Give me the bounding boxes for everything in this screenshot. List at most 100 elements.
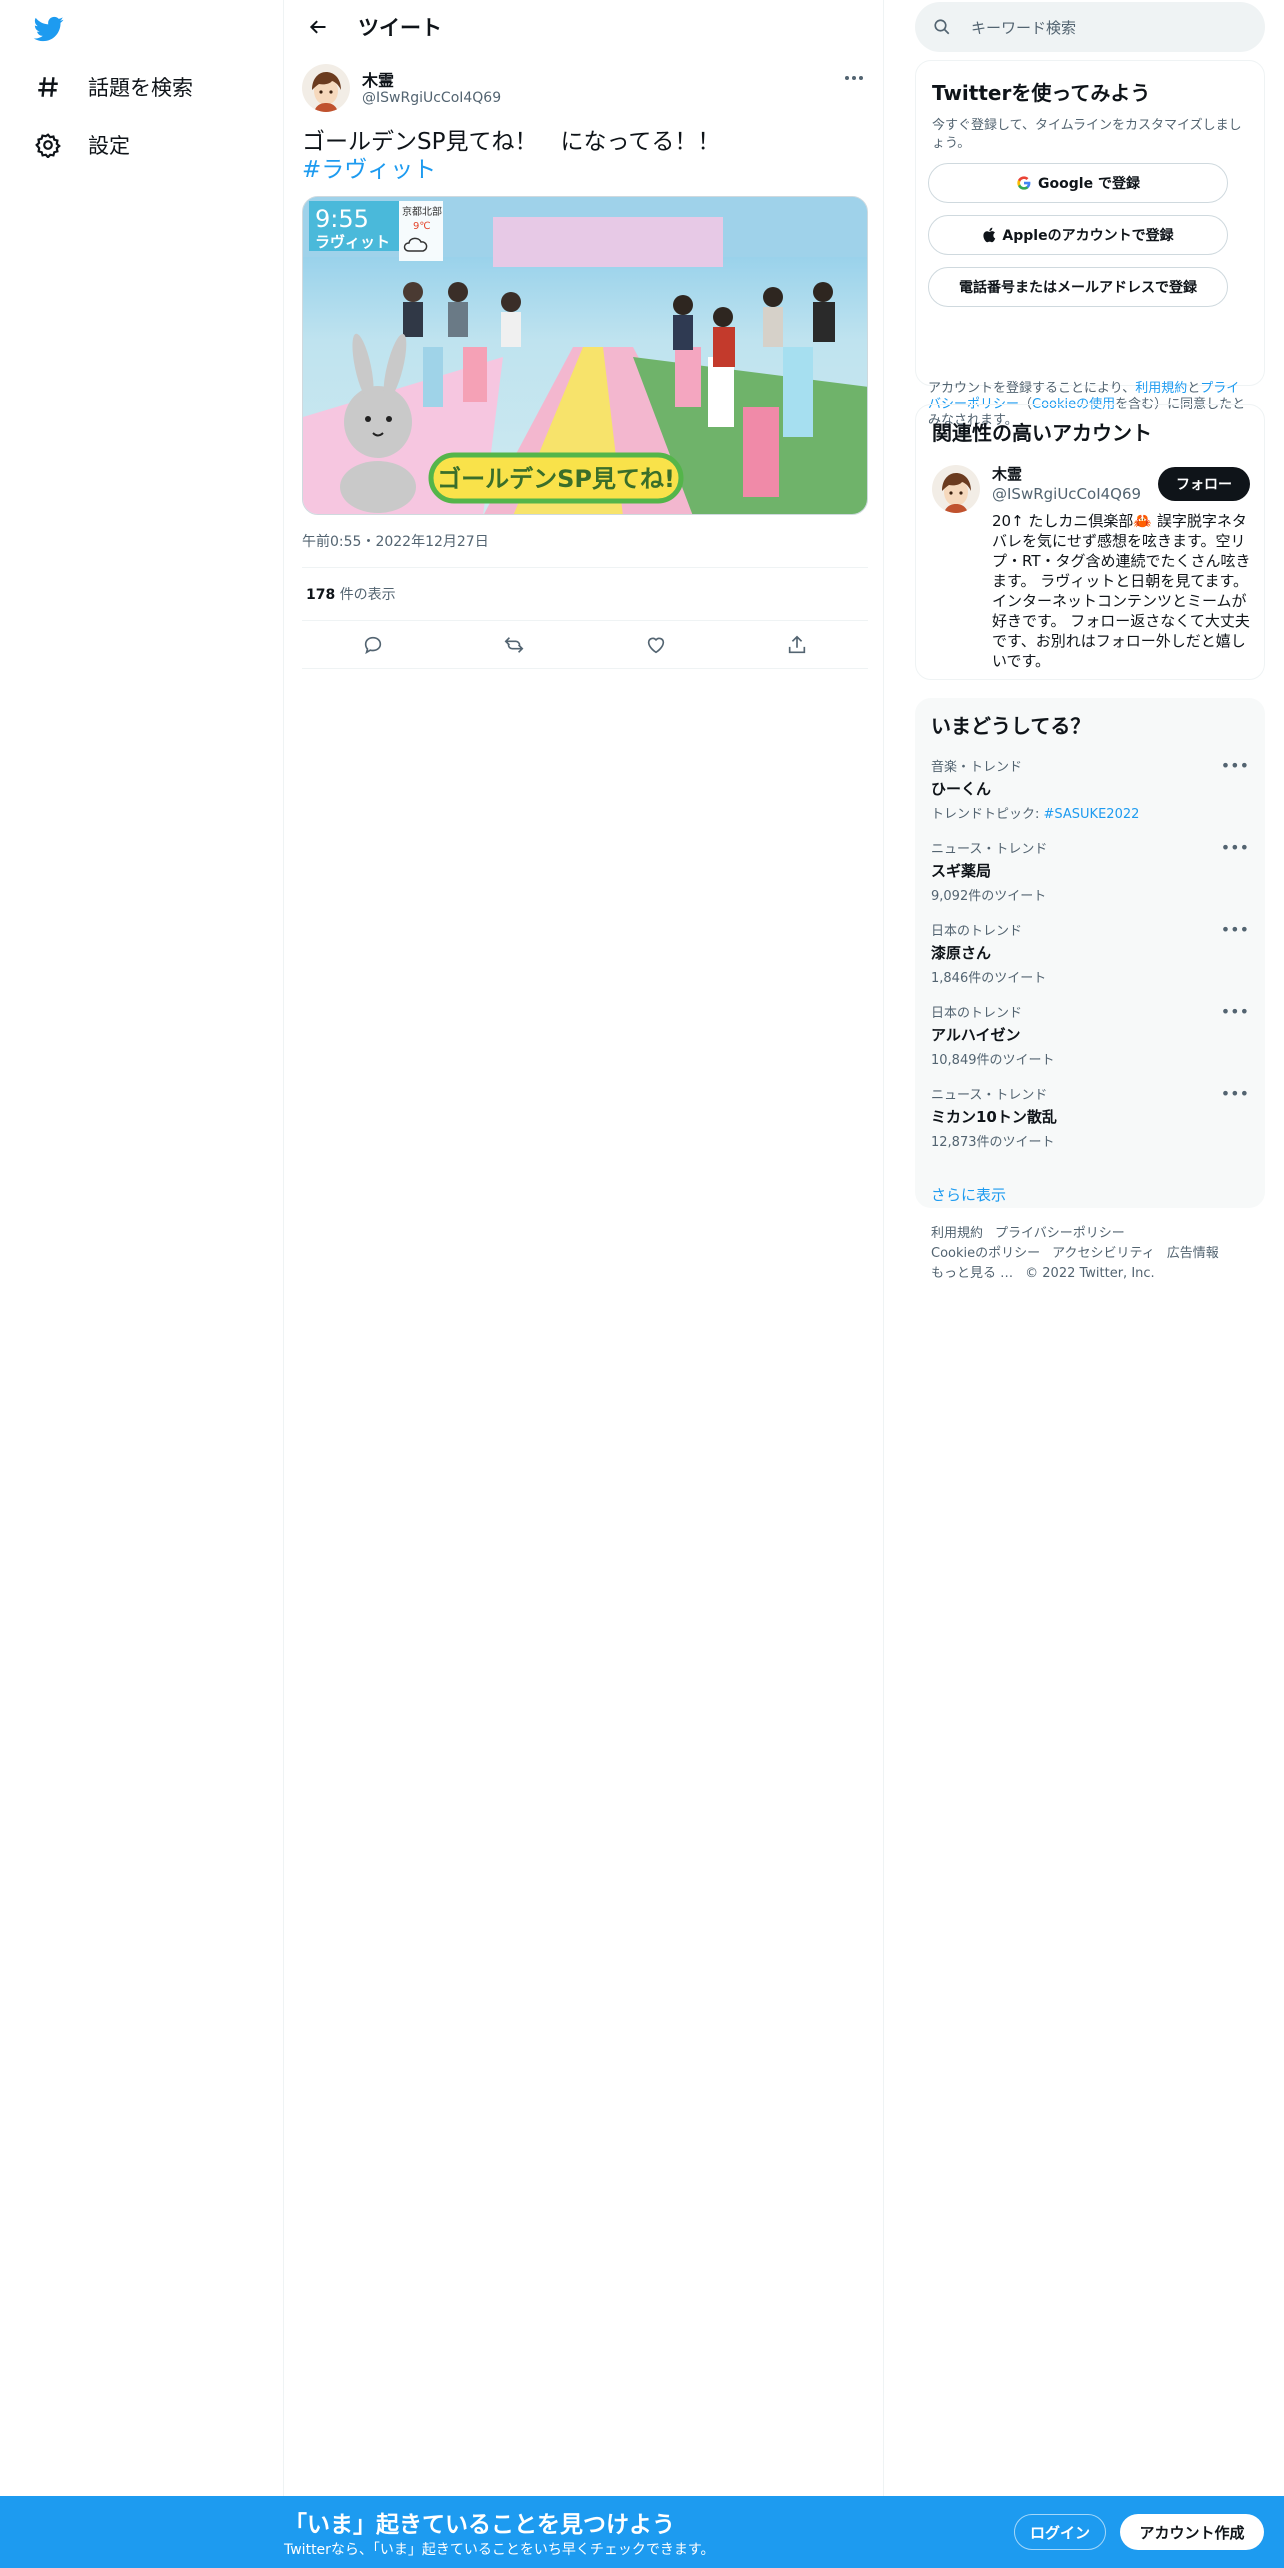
- trend-item[interactable]: ニュース・トレンド スギ薬局 9,092件のツイート •••: [931, 838, 1249, 916]
- tweet-body: ゴールデンSP見てね！ になってる！！: [302, 129, 721, 155]
- search-input[interactable]: キーワード検索: [915, 2, 1265, 52]
- footer-privacy-link[interactable]: プライバシーポリシー: [995, 1226, 1125, 1241]
- related-name[interactable]: 木霊: [992, 463, 1022, 484]
- terms-link[interactable]: 利用規約: [1135, 381, 1187, 396]
- tweet-author: 木霊 @ISwRgiUcCoI4Q69: [302, 64, 868, 114]
- trend-item[interactable]: 音楽・トレンド ひーくん トレンドトピック: #SASUKE2022 •••: [931, 756, 1249, 834]
- phone-email-signup-button[interactable]: 電話番号またはメールアドレスで登録: [928, 267, 1228, 307]
- view-count-number: 178: [306, 587, 336, 603]
- trend-count: 9,092件のツイート: [931, 889, 1047, 904]
- tweet-image[interactable]: 9:55 ラヴィット 京都北部 9℃ ゴールデンSP見てね!: [302, 196, 868, 515]
- apple-icon: [982, 227, 996, 243]
- page-header: ツイート: [284, 0, 883, 54]
- search-icon: [933, 16, 955, 38]
- trend-meta: ニュース・トレンド: [931, 842, 1048, 857]
- trend-count: 10,849件のツイート: [931, 1053, 1055, 1068]
- signup-card: Twitterを使ってみよう 今すぐ登録して、タイムラインをカスタマイズしましょ…: [915, 60, 1265, 428]
- media-weather-region: 京都北部: [402, 205, 442, 218]
- footer-links: 利用規約 プライバシーポリシー Cookieのポリシー アクセシビリティ 広告情報 も…: [931, 1224, 1261, 1284]
- more-options-icon[interactable]: •••: [1221, 756, 1249, 775]
- avatar[interactable]: [302, 64, 350, 112]
- signup-description: 今すぐ登録して、タイムラインをカスタマイズしましょう。: [932, 118, 1242, 151]
- share-icon[interactable]: [779, 627, 815, 663]
- media-banner: ゴールデンSP見てね!: [437, 465, 675, 493]
- trend-topic-link[interactable]: #SASUKE2022: [1044, 807, 1140, 822]
- footer-copyright: © 2022 Twitter, Inc.: [1025, 1266, 1155, 1281]
- trend-topic: トレンドトピック: #SASUKE2022: [931, 803, 1249, 822]
- bottom-signup-bar: 「いま」起きていることを見つけよう Twitterなら、「いま」起きていることを…: [0, 2496, 1284, 2568]
- more-options-icon[interactable]: •••: [1221, 1084, 1249, 1103]
- author-name[interactable]: 木霊: [362, 67, 394, 91]
- nav-item-label: 設定: [88, 134, 130, 158]
- related-title: 関連性の高いアカウント: [932, 421, 1152, 445]
- media-show-label: ラヴィット: [315, 233, 390, 251]
- trend-meta: 音楽・トレンド: [931, 760, 1023, 775]
- more-options-icon[interactable]: •••: [1221, 838, 1249, 857]
- trend-item[interactable]: ニュース・トレンド ミカン10トン散乱 12,873件のツイート •••: [931, 1084, 1249, 1162]
- reply-icon[interactable]: [355, 627, 391, 663]
- trend-meta: 日本のトレンド: [931, 1006, 1023, 1021]
- trend-meta: ニュース・トレンド: [931, 1088, 1048, 1103]
- gear-icon: [30, 127, 66, 163]
- divider: [302, 668, 868, 669]
- trend-name: ひーくん: [931, 780, 992, 798]
- legal-prefix: アカウントを登録することにより、: [928, 381, 1136, 396]
- related-bio: 20↑ たしカニ倶楽部🦀 誤字脱字ネタバレを気にせず感想を呟きます。空リプ・RT…: [992, 512, 1251, 670]
- nav-item-explore[interactable]: 話題を検索: [30, 61, 193, 113]
- show-more-link[interactable]: さらに表示: [931, 1184, 1006, 1205]
- hashtag-link[interactable]: #ラヴィット: [302, 156, 868, 184]
- media-weather-temp: 9℃: [413, 221, 431, 232]
- tweet-timestamp[interactable]: 午前0:55・2022年12月27日: [302, 531, 489, 551]
- page-title: ツイート: [358, 16, 442, 40]
- retweet-icon[interactable]: [496, 627, 532, 663]
- author-handle[interactable]: @ISwRgiUcCoI4Q69: [362, 90, 501, 106]
- left-nav: 話題を検索 設定: [0, 0, 284, 2496]
- related-handle[interactable]: @ISwRgiUcCoI4Q69: [992, 485, 1141, 503]
- search-placeholder: キーワード検索: [971, 18, 1077, 37]
- more-options-icon[interactable]: •••: [1221, 920, 1249, 939]
- nav-item-settings[interactable]: 設定: [30, 119, 130, 171]
- google-signup-label: Google で登録: [1038, 176, 1140, 192]
- trend-name: 漆原さん: [931, 944, 992, 962]
- back-arrow-icon[interactable]: [300, 9, 336, 45]
- trend-item[interactable]: 日本のトレンド アルハイゼン 10,849件のツイート •••: [931, 1002, 1249, 1080]
- signup-button[interactable]: アカウント作成: [1120, 2514, 1264, 2550]
- trend-name: スギ薬局: [931, 862, 992, 880]
- apple-signup-button[interactable]: Appleのアカウントで登録: [928, 215, 1228, 255]
- bottom-bar-subtitle: Twitterなら、「いま」起きていることをいち早くチェックできます。: [284, 2542, 715, 2558]
- more-options-icon[interactable]: •••: [1221, 1002, 1249, 1021]
- tweet-actions: [302, 620, 868, 670]
- tweet-text: ゴールデンSP見てね！ になってる！！ #ラヴィット: [302, 128, 868, 184]
- avatar[interactable]: [932, 465, 980, 513]
- google-signup-button[interactable]: Google で登録: [928, 163, 1228, 203]
- more-options-icon[interactable]: [840, 64, 868, 92]
- trend-name: アルハイゼン: [931, 1026, 1021, 1044]
- twitter-logo-icon[interactable]: [32, 14, 66, 44]
- trend-item[interactable]: 日本のトレンド 漆原さん 1,846件のツイート •••: [931, 920, 1249, 998]
- footer-terms-link[interactable]: 利用規約: [931, 1226, 983, 1241]
- trend-name: ミカン10トン散乱: [931, 1108, 1057, 1126]
- trend-count: 1,846件のツイート: [931, 971, 1047, 986]
- signup-title: Twitterを使ってみよう: [932, 81, 1151, 105]
- trends-card: いまどうしてる？ 音楽・トレンド ひーくん トレンドトピック: #SASUKE2…: [915, 698, 1265, 1208]
- phone-email-signup-label: 電話番号またはメールアドレスで登録: [959, 280, 1197, 296]
- media-clock: 9:55: [315, 205, 369, 233]
- follow-button[interactable]: フォロー: [1158, 467, 1250, 501]
- legal-and: と: [1187, 381, 1201, 396]
- bottom-bar-title: 「いま」起きていることを見つけよう: [284, 2512, 675, 2538]
- google-icon: [1016, 175, 1032, 191]
- footer-ads-link[interactable]: 広告情報: [1167, 1246, 1219, 1261]
- related-accounts-card: 関連性の高いアカウント 木霊 @ISwRgiUcCoI4Q69 フォロー 20↑…: [915, 404, 1265, 680]
- view-count-label: 件の表示: [339, 587, 396, 603]
- hashtag-icon: [30, 69, 66, 105]
- footer-accessibility-link[interactable]: アクセシビリティ: [1052, 1246, 1155, 1261]
- like-icon[interactable]: [638, 627, 674, 663]
- footer-more-link[interactable]: もっと見る …: [931, 1266, 1013, 1281]
- trend-topic-prefix: トレンドトピック:: [931, 807, 1044, 822]
- footer-cookie-link[interactable]: Cookieのポリシー: [931, 1246, 1040, 1261]
- trend-count: 12,873件のツイート: [931, 1135, 1055, 1150]
- trends-title: いまどうしてる？: [931, 714, 1091, 738]
- login-button[interactable]: ログイン: [1014, 2514, 1106, 2550]
- nav-item-label: 話題を検索: [88, 76, 193, 100]
- divider: [302, 567, 868, 568]
